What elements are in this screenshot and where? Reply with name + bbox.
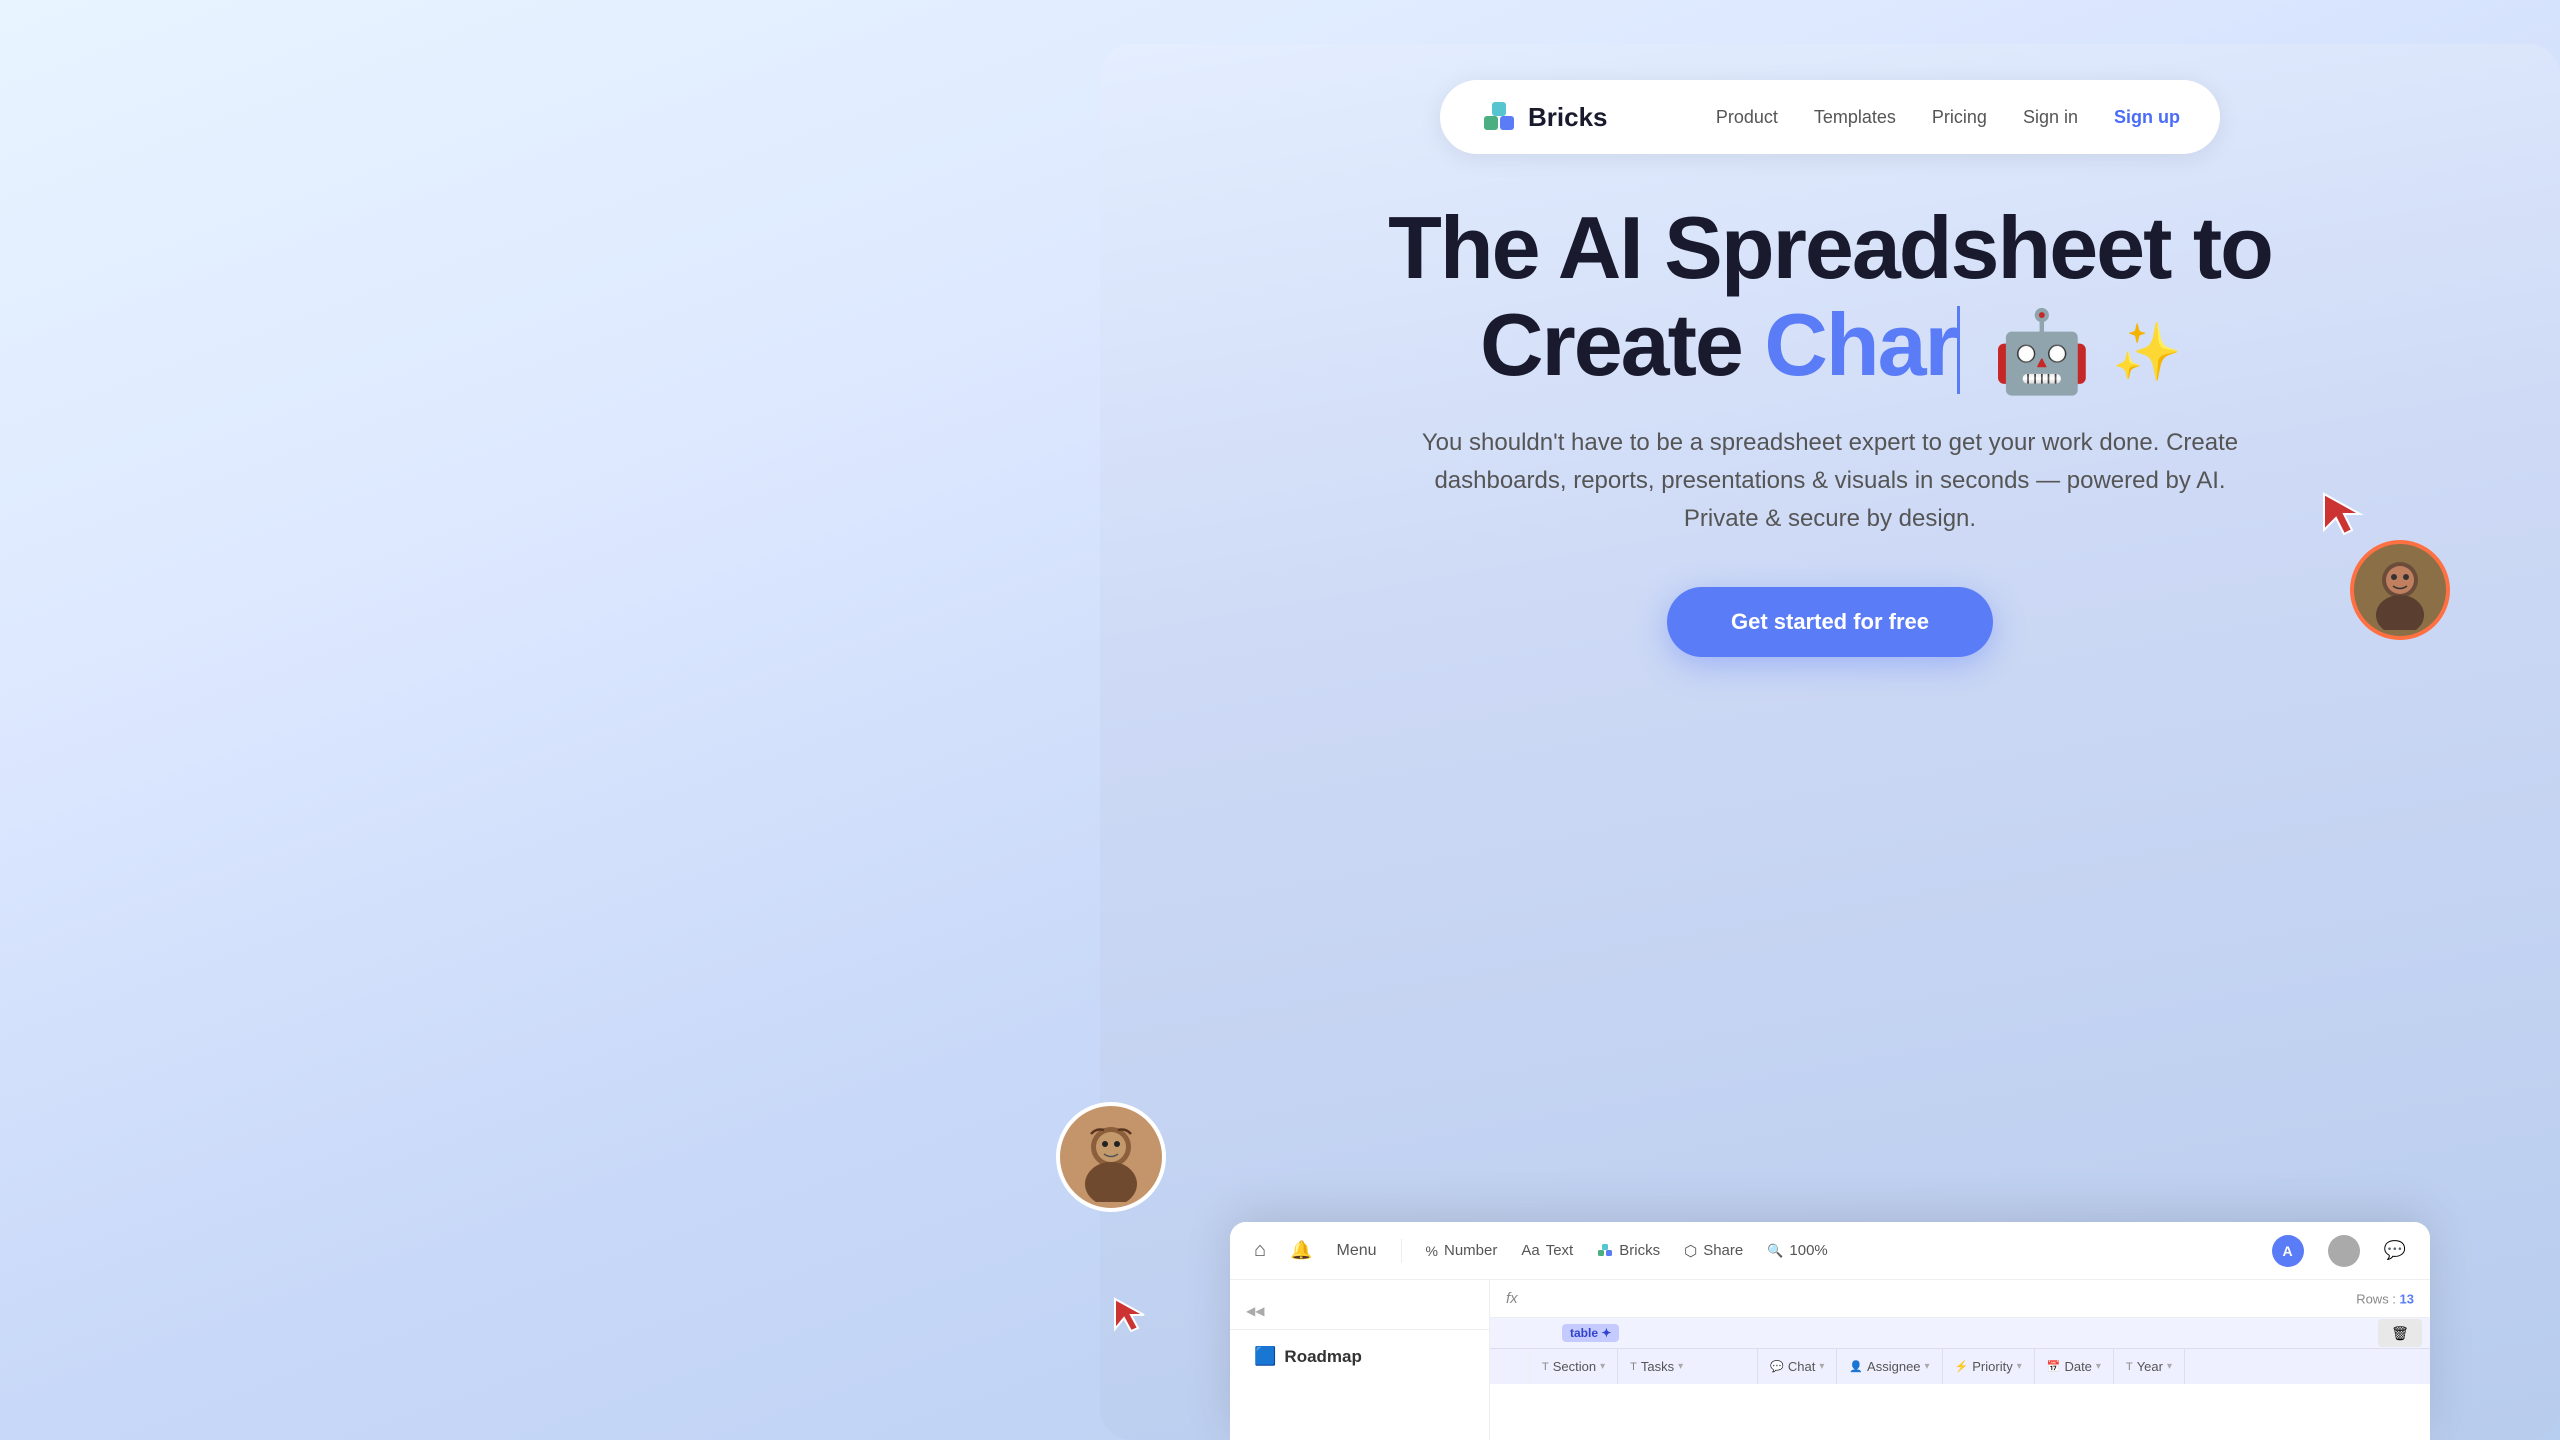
col-year-arrow: ▾ — [2167, 1361, 2172, 1372]
logo[interactable]: Bricks — [1480, 98, 1608, 136]
bottom-avatar-face — [1066, 1112, 1156, 1202]
main-container: Bricks Product Templates Pricing Sign in… — [1100, 0, 2560, 1440]
nav-templates[interactable]: Templates — [1814, 107, 1896, 128]
percent-icon: % — [1426, 1243, 1438, 1259]
avatar-face — [2360, 550, 2440, 630]
app-sidebar: ◀◀ 🟦 Roadmap — [1230, 1280, 1490, 1440]
zoom-icon: 🔍 — [1767, 1243, 1783, 1259]
col-chat-label: Chat — [1788, 1359, 1815, 1374]
fx-icon: fx — [1506, 1290, 1518, 1307]
text-icon: Aa — [1521, 1242, 1539, 1259]
col-chat[interactable]: 💬 Chat ▾ — [1758, 1349, 1837, 1384]
chat-icon[interactable]: 💬 — [2384, 1240, 2406, 1261]
rows-count: 13 — [2400, 1291, 2414, 1306]
col-assignee-label: Assignee — [1867, 1359, 1920, 1374]
col-tasks-label: Tasks — [1641, 1359, 1674, 1374]
delete-icon: 🗑 — [2391, 1325, 2409, 1342]
hero-title: The AI Spreadsheet to Create Char 🤖 ✨ — [1100, 200, 2560, 396]
nav-product[interactable]: Product — [1716, 107, 1778, 128]
col-section-arrow: ▾ — [1600, 1361, 1605, 1372]
col-priority-arrow: ▾ — [2017, 1361, 2022, 1372]
col-assignee-arrow: ▾ — [1925, 1361, 1930, 1372]
col-tasks-icon: T — [1630, 1361, 1637, 1373]
bottom-cursor-icon — [1112, 1296, 1148, 1338]
row-num-header — [1490, 1349, 1530, 1384]
app-preview: ⌂ 🔔 Menu % Number Aa Text Bricks — [1230, 1222, 2430, 1440]
share-tool[interactable]: ⬡ Share — [1684, 1242, 1743, 1260]
bottom-avatar — [1056, 1102, 1166, 1212]
col-tasks-arrow: ▾ — [1678, 1361, 1683, 1372]
file-name: Roadmap — [1284, 1347, 1361, 1367]
table-tag: table ✦ — [1562, 1324, 1619, 1342]
col-year[interactable]: T Year ▾ — [2114, 1349, 2185, 1384]
col-priority[interactable]: ⚡ Priority ▾ — [1943, 1349, 2035, 1384]
home-icon[interactable]: ⌂ — [1254, 1239, 1266, 1262]
cursor-decoration — [2320, 490, 2480, 650]
nav-signup[interactable]: Sign up — [2114, 107, 2180, 128]
table-columns: T Section ▾ T Tasks ▾ 💬 Chat ▾ — [1490, 1348, 2430, 1384]
typing-cursor — [1957, 306, 1960, 394]
nav-links: Product Templates Pricing Sign in Sign u… — [1716, 107, 2180, 128]
col-date[interactable]: 📅 Date ▾ — [2035, 1349, 2114, 1384]
file-icon: 🟦 — [1254, 1346, 1276, 1367]
menu-label[interactable]: Menu — [1337, 1242, 1377, 1260]
col-tasks[interactable]: T Tasks ▾ — [1618, 1349, 1758, 1384]
col-year-icon: T — [2126, 1361, 2133, 1373]
col-date-icon: 📅 — [2047, 1360, 2061, 1373]
sparkle-emoji: ✨ — [2112, 321, 2180, 383]
col-assignee-icon: 👤 — [1849, 1360, 1863, 1373]
cursor-arrow-icon — [2320, 490, 2364, 542]
number-tool[interactable]: % Number — [1426, 1242, 1498, 1259]
user-avatar-2[interactable] — [2328, 1235, 2360, 1267]
col-section-icon: T — [1542, 1361, 1549, 1373]
col-assignee[interactable]: 👤 Assignee ▾ — [1837, 1349, 1942, 1384]
bricks-icon — [1597, 1243, 1613, 1259]
share-icon: ⬡ — [1684, 1242, 1697, 1260]
nav-signin[interactable]: Sign in — [2023, 107, 2078, 128]
col-chat-arrow: ▾ — [1819, 1361, 1824, 1372]
robot-emoji: 🤖 — [1992, 308, 2090, 396]
nav-collapse-icon[interactable]: ◀◀ — [1246, 1304, 1264, 1318]
user-avatar-a[interactable]: A — [2272, 1235, 2304, 1267]
delete-button[interactable]: 🗑 — [2378, 1319, 2422, 1347]
col-chat-icon: 💬 — [1770, 1360, 1784, 1373]
col-date-arrow: ▾ — [2096, 1361, 2101, 1372]
sidebar-file-item[interactable]: 🟦 Roadmap — [1246, 1338, 1473, 1375]
nav-pricing[interactable]: Pricing — [1932, 107, 1987, 128]
col-date-label: Date — [2064, 1359, 2091, 1374]
top-right-avatar — [2350, 540, 2450, 640]
navbar: Bricks Product Templates Pricing Sign in… — [1440, 80, 2220, 154]
logo-icon — [1480, 98, 1518, 136]
bricks-tool[interactable]: Bricks — [1597, 1242, 1660, 1259]
app-body: ◀◀ 🟦 Roadmap fx Rows : 13 — [1230, 1280, 2430, 1440]
hero-subtitle: You shouldn't have to be a spreadsheet e… — [1420, 424, 2240, 539]
zoom-tool[interactable]: 🔍 100% — [1767, 1242, 1828, 1259]
rows-indicator: Rows : 13 — [2356, 1291, 2414, 1306]
col-year-label: Year — [2137, 1359, 2163, 1374]
cta-button[interactable]: Get started for free — [1667, 587, 1993, 657]
logo-text: Bricks — [1528, 102, 1608, 133]
bell-icon[interactable]: 🔔 — [1290, 1240, 1312, 1261]
text-tool[interactable]: Aa Text — [1521, 1242, 1573, 1259]
avatar-2-face — [2333, 1240, 2355, 1262]
app-content: fx Rows : 13 table ✦ — [1490, 1280, 2430, 1440]
toolbar-divider — [1401, 1239, 1402, 1263]
col-section[interactable]: T Section ▾ — [1530, 1349, 1618, 1384]
hero-word: Char — [1764, 295, 1960, 394]
formula-bar: fx Rows : 13 — [1490, 1280, 2430, 1318]
hero-title-line2: Create Char 🤖 ✨ — [1480, 295, 2180, 394]
col-section-label: Section — [1553, 1359, 1596, 1374]
col-priority-icon: ⚡ — [1955, 1360, 1969, 1373]
col-priority-label: Priority — [1972, 1359, 2012, 1374]
app-toolbar: ⌂ 🔔 Menu % Number Aa Text Bricks — [1230, 1222, 2430, 1280]
